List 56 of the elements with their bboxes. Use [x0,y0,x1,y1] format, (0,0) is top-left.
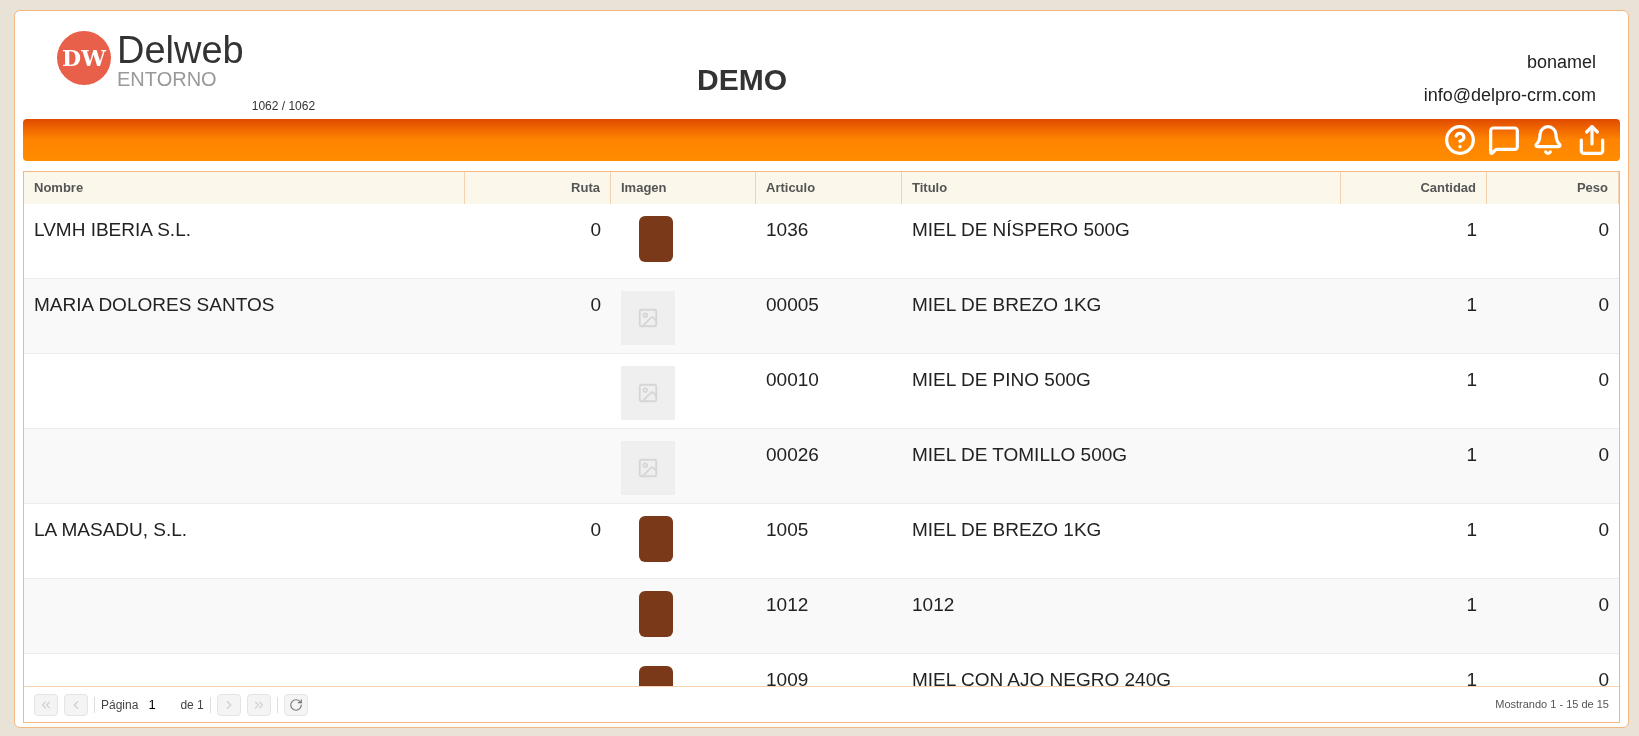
table-cell-text: 0 [1598,518,1609,542]
page-label: Página [101,696,139,714]
table-cell-text: 1005 [766,518,809,542]
table-cell-text: MIEL DE BREZO 1KG [912,518,1102,542]
image-placeholder [621,291,675,345]
image-placeholder [621,441,675,495]
table-cell-text: 0 [1598,593,1609,617]
table-cell-text: 1 [1466,668,1477,686]
table-cell-text: 0 [1598,218,1609,242]
table-cell-text: MIEL DE PINO 500G [912,368,1091,392]
chat-icon[interactable] [1488,124,1520,156]
table-cell-text: MARIA DOLORES SANTOS [34,293,275,317]
table-cell-text: 1009 [766,668,809,686]
product-photo [639,216,673,262]
help-icon[interactable] [1444,124,1476,156]
table-cell-text: 1 [1466,368,1477,392]
table-cell-text: 00010 [766,368,819,392]
page-title: DEMO [697,62,788,98]
user-name: bonamel [1526,51,1596,74]
table-cell-text: 1012 [912,593,955,617]
record-counter: 1062 / 1062 [251,98,316,115]
table-cell-text: 1 [1466,218,1477,242]
table-cell-text: 0 [1598,293,1609,317]
table-cell-text: MIEL DE BREZO 1KG [912,293,1102,317]
page-count: de 1 [180,696,204,714]
table-cell-text: 00005 [766,293,819,317]
product-photo [639,516,673,562]
image-placeholder [621,366,675,420]
table-cell-text: 1 [1466,593,1477,617]
user-email: info@delpro-crm.com [1423,84,1596,107]
table-cell-text: MIEL CON AJO NEGRO 240G [912,668,1172,686]
table-cell-text: LVMH IBERIA S.L. [34,218,191,242]
logo-subtitle: ENTORNO [117,69,218,89]
records-summary: Mostrando 1 - 15 de 15 [1495,697,1609,713]
table-cell-text: MIEL DE TOMILLO 500G [912,443,1128,467]
table-cell-text: 1036 [766,218,809,242]
table-cell-text: 1 [1466,518,1477,542]
table-cell-text: 0 [1598,668,1609,686]
table-cell-text: 00026 [766,443,819,467]
refresh-button[interactable] [283,693,308,716]
product-photo [639,591,673,637]
logo-name: Delweb [117,31,244,69]
bell-icon[interactable] [1532,124,1564,156]
table-cell-text: 0 [1598,443,1609,467]
table-cell-text: LA MASADU, S.L. [34,518,188,542]
table-cell-text: 1 [1466,443,1477,467]
refresh-icon [288,697,303,712]
page-input[interactable]: 1 [144,694,175,715]
table-cell-text: MIEL DE NÍSPERO 500G [912,218,1130,242]
table-cell-text: 1012 [766,593,809,617]
table-cell-text: 0 [590,293,601,317]
table-cell-text: 0 [590,518,601,542]
logo-badge: DW [57,31,111,85]
table-cell-text: 1 [1466,293,1477,317]
table-cell-text: 0 [590,218,601,242]
table-cell-text: 0 [1598,368,1609,392]
